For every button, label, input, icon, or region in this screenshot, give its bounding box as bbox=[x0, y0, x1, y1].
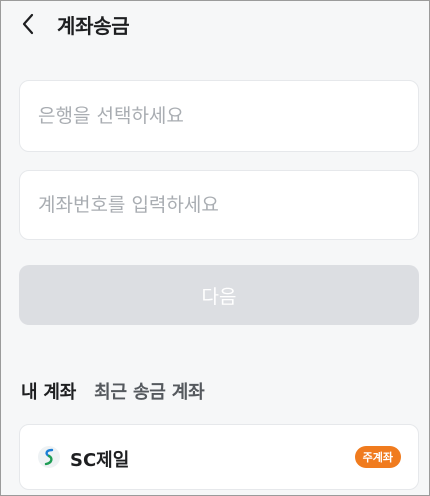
bank-name: SC제일 bbox=[70, 450, 130, 471]
tab-my-accounts[interactable]: 내 계좌 bbox=[21, 378, 76, 404]
page-title: 계좌송금 bbox=[57, 14, 130, 38]
account-list-item[interactable]: SC제일 주계좌 bbox=[19, 424, 419, 490]
header: 계좌송금 bbox=[1, 1, 429, 47]
chevron-left-icon bbox=[22, 13, 34, 35]
account-number-field[interactable] bbox=[19, 170, 419, 240]
bank-select-input[interactable] bbox=[38, 105, 418, 127]
account-number-input[interactable] bbox=[38, 194, 418, 216]
next-button[interactable]: 다음 bbox=[19, 265, 419, 325]
tab-recent-transfers[interactable]: 최근 송금 계좌 bbox=[94, 378, 204, 404]
primary-account-badge: 주계좌 bbox=[354, 446, 401, 468]
account-tabs: 내 계좌 최근 송금 계좌 bbox=[21, 378, 205, 404]
sc-bank-logo-icon bbox=[38, 446, 60, 468]
bank-select-field[interactable] bbox=[19, 80, 419, 152]
screen: 계좌송금 다음 내 계좌 최근 송금 계좌 SC제일 주계좌 bbox=[0, 0, 430, 496]
back-button[interactable] bbox=[15, 11, 41, 37]
